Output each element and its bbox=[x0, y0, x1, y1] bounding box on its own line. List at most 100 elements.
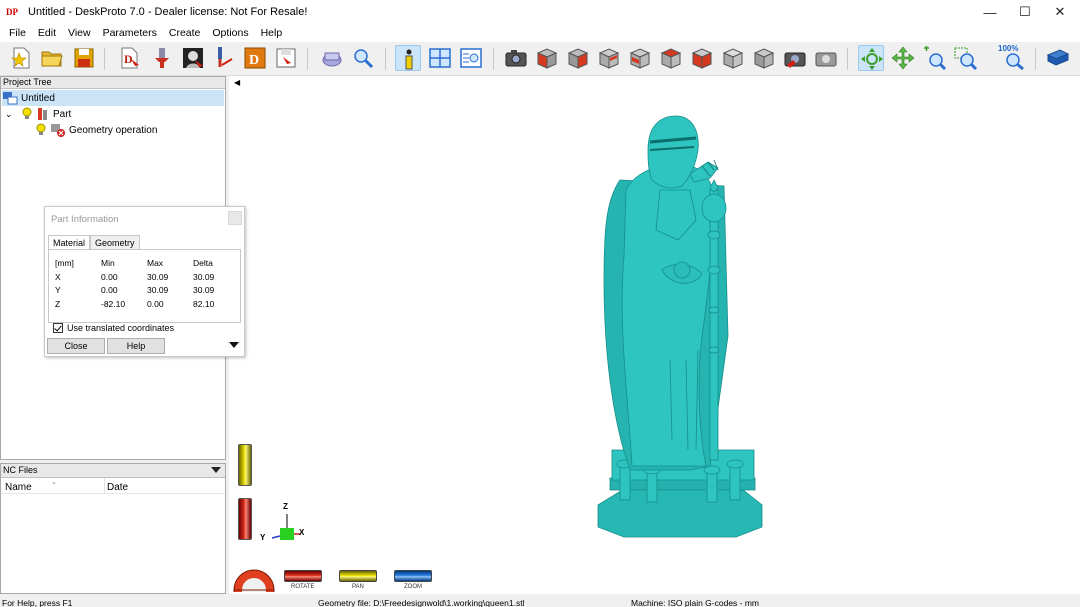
expand-arrow-icon[interactable] bbox=[229, 342, 239, 348]
axis-x-label: X bbox=[299, 528, 305, 537]
tree-item-part[interactable]: ⌄ Part bbox=[5, 106, 71, 122]
part-icon bbox=[38, 108, 47, 120]
menu-view[interactable]: View bbox=[62, 27, 97, 39]
table-cell: Z bbox=[55, 299, 61, 309]
rotate-icon[interactable] bbox=[813, 45, 839, 71]
close-dialog-button[interactable]: Close bbox=[47, 338, 105, 354]
menu-create[interactable]: Create bbox=[163, 27, 207, 39]
checkbox-checked[interactable] bbox=[53, 323, 63, 333]
open-folder-icon[interactable] bbox=[39, 45, 65, 71]
view-bottom-icon[interactable] bbox=[689, 45, 715, 71]
menu-parameters[interactable]: Parameters bbox=[97, 27, 163, 39]
rotate-dial[interactable] bbox=[284, 570, 322, 582]
collapse-panel-icon[interactable]: ◀ bbox=[234, 78, 240, 87]
window-title: Untitled - DeskProto 7.0 - Dealer licens… bbox=[28, 6, 308, 18]
tool-icon[interactable] bbox=[211, 45, 237, 71]
close-icon[interactable] bbox=[228, 211, 242, 225]
rotate-vertical-dial[interactable] bbox=[238, 498, 252, 540]
lightbulb-icon[interactable] bbox=[35, 123, 47, 137]
material-table: [mm] Min Max Delta X 0.00 30.09 30.09 Y … bbox=[48, 249, 241, 323]
column-header-date[interactable]: Date bbox=[107, 482, 128, 493]
menu-bar: File Edit View Parameters Create Options… bbox=[0, 24, 1080, 42]
rotate-wheel-dial[interactable] bbox=[232, 548, 276, 592]
table-header-delta: Delta bbox=[193, 258, 213, 268]
operation-error-icon bbox=[51, 124, 65, 137]
app-logo-icon: DP bbox=[6, 7, 18, 17]
save-icon[interactable] bbox=[71, 45, 97, 71]
column-divider[interactable] bbox=[104, 478, 105, 494]
menu-edit[interactable]: Edit bbox=[32, 27, 62, 39]
table-cell: 30.09 bbox=[147, 285, 169, 295]
table-cell: 0.00 bbox=[101, 285, 118, 295]
zoom-100-icon[interactable] bbox=[1001, 45, 1027, 71]
project-tree-header: Project Tree bbox=[1, 77, 225, 89]
deskproto-window: DP Untitled - DeskProto 7.0 - Dealer lic… bbox=[0, 0, 1080, 607]
menu-options[interactable]: Options bbox=[206, 27, 254, 39]
properties-icon[interactable] bbox=[458, 45, 484, 71]
pan-dial[interactable] bbox=[339, 570, 377, 582]
show-paths-icon[interactable] bbox=[319, 45, 345, 71]
part-information-dialog: Part Information Material Geometry [mm] … bbox=[44, 206, 245, 357]
translated-coordinates-checkbox[interactable]: Use translated coordinates bbox=[53, 323, 174, 333]
chevron-down-icon[interactable]: ⌄ bbox=[5, 109, 17, 120]
snapshot-icon[interactable] bbox=[503, 45, 529, 71]
svg-text:D: D bbox=[249, 53, 259, 68]
table-cell: 30.09 bbox=[193, 285, 215, 295]
zoom-dial-label: ZOOM bbox=[404, 584, 422, 590]
table-cell: 82.10 bbox=[193, 299, 215, 309]
view-front-icon[interactable] bbox=[534, 45, 560, 71]
status-bar: For Help, press F1 Geometry file: D:\Fre… bbox=[0, 596, 1080, 607]
menu-file[interactable]: File bbox=[3, 27, 32, 39]
nc-files-panel: NC Files ⌄ Name Date bbox=[0, 463, 226, 594]
title-bar: DP Untitled - DeskProto 7.0 - Dealer lic… bbox=[0, 0, 1080, 24]
table-cell: X bbox=[55, 272, 61, 282]
view-shaded-icon[interactable] bbox=[751, 45, 777, 71]
view-iso-icon[interactable] bbox=[720, 45, 746, 71]
pan-icon[interactable] bbox=[858, 45, 884, 71]
layout-icon[interactable] bbox=[427, 45, 453, 71]
lightbulb-icon[interactable] bbox=[21, 107, 33, 121]
maximize-button[interactable]: ☐ bbox=[1009, 0, 1041, 24]
view-right-icon[interactable] bbox=[627, 45, 653, 71]
zoom-dial[interactable] bbox=[394, 570, 432, 582]
sort-indicator-icon: ⌄ bbox=[51, 479, 57, 486]
view-top-icon[interactable] bbox=[658, 45, 684, 71]
queen-model[interactable] bbox=[590, 110, 770, 540]
dialog-title: Part Information bbox=[51, 214, 119, 225]
tree-item-geometry-operation[interactable]: Geometry operation bbox=[35, 122, 157, 138]
table-cell: 30.09 bbox=[147, 272, 169, 282]
save-nc-icon[interactable] bbox=[273, 45, 299, 71]
help-button[interactable]: Help bbox=[107, 338, 165, 354]
close-button[interactable]: ✕ bbox=[1044, 0, 1076, 24]
tab-geometry[interactable]: Geometry bbox=[90, 235, 140, 250]
load-geometry-icon[interactable]: D bbox=[242, 45, 268, 71]
chevron-down-icon[interactable] bbox=[211, 467, 221, 473]
redraw-icon[interactable] bbox=[782, 45, 808, 71]
info-icon[interactable] bbox=[395, 45, 421, 71]
view-back-icon[interactable] bbox=[565, 45, 591, 71]
relief-wizard-icon[interactable] bbox=[180, 45, 206, 71]
project-icon bbox=[3, 92, 18, 105]
nc-files-header: NC Files bbox=[1, 464, 225, 478]
main-toolbar: D D 100% bbox=[0, 42, 1080, 76]
view-left-icon[interactable] bbox=[596, 45, 622, 71]
new-file-icon[interactable] bbox=[8, 45, 34, 71]
toolpath-wizard-icon[interactable] bbox=[149, 45, 175, 71]
column-header-name[interactable]: Name bbox=[5, 482, 32, 493]
table-header-max: Max bbox=[147, 258, 164, 268]
zoom-window-icon[interactable] bbox=[952, 45, 978, 71]
axis-z-label: Z bbox=[283, 502, 288, 511]
tree-item-untitled[interactable]: Untitled bbox=[2, 90, 224, 106]
menu-help[interactable]: Help bbox=[255, 27, 289, 39]
zoom-paths-icon[interactable] bbox=[350, 45, 376, 71]
status-geometry-file: Geometry file: D:\Freedesignwold\1.worki… bbox=[318, 598, 525, 607]
checkbox-label: Use translated coordinates bbox=[67, 323, 175, 333]
minimize-button[interactable]: — bbox=[974, 0, 1006, 24]
nc-files-title: NC Files bbox=[3, 465, 38, 475]
zoom-in-icon[interactable] bbox=[921, 45, 947, 71]
tab-material[interactable]: Material bbox=[48, 235, 91, 250]
pan-vertical-dial[interactable] bbox=[238, 444, 252, 486]
move-icon[interactable] bbox=[890, 45, 916, 71]
part-wizard-icon[interactable]: D bbox=[117, 45, 143, 71]
help-book-icon[interactable] bbox=[1045, 45, 1071, 71]
